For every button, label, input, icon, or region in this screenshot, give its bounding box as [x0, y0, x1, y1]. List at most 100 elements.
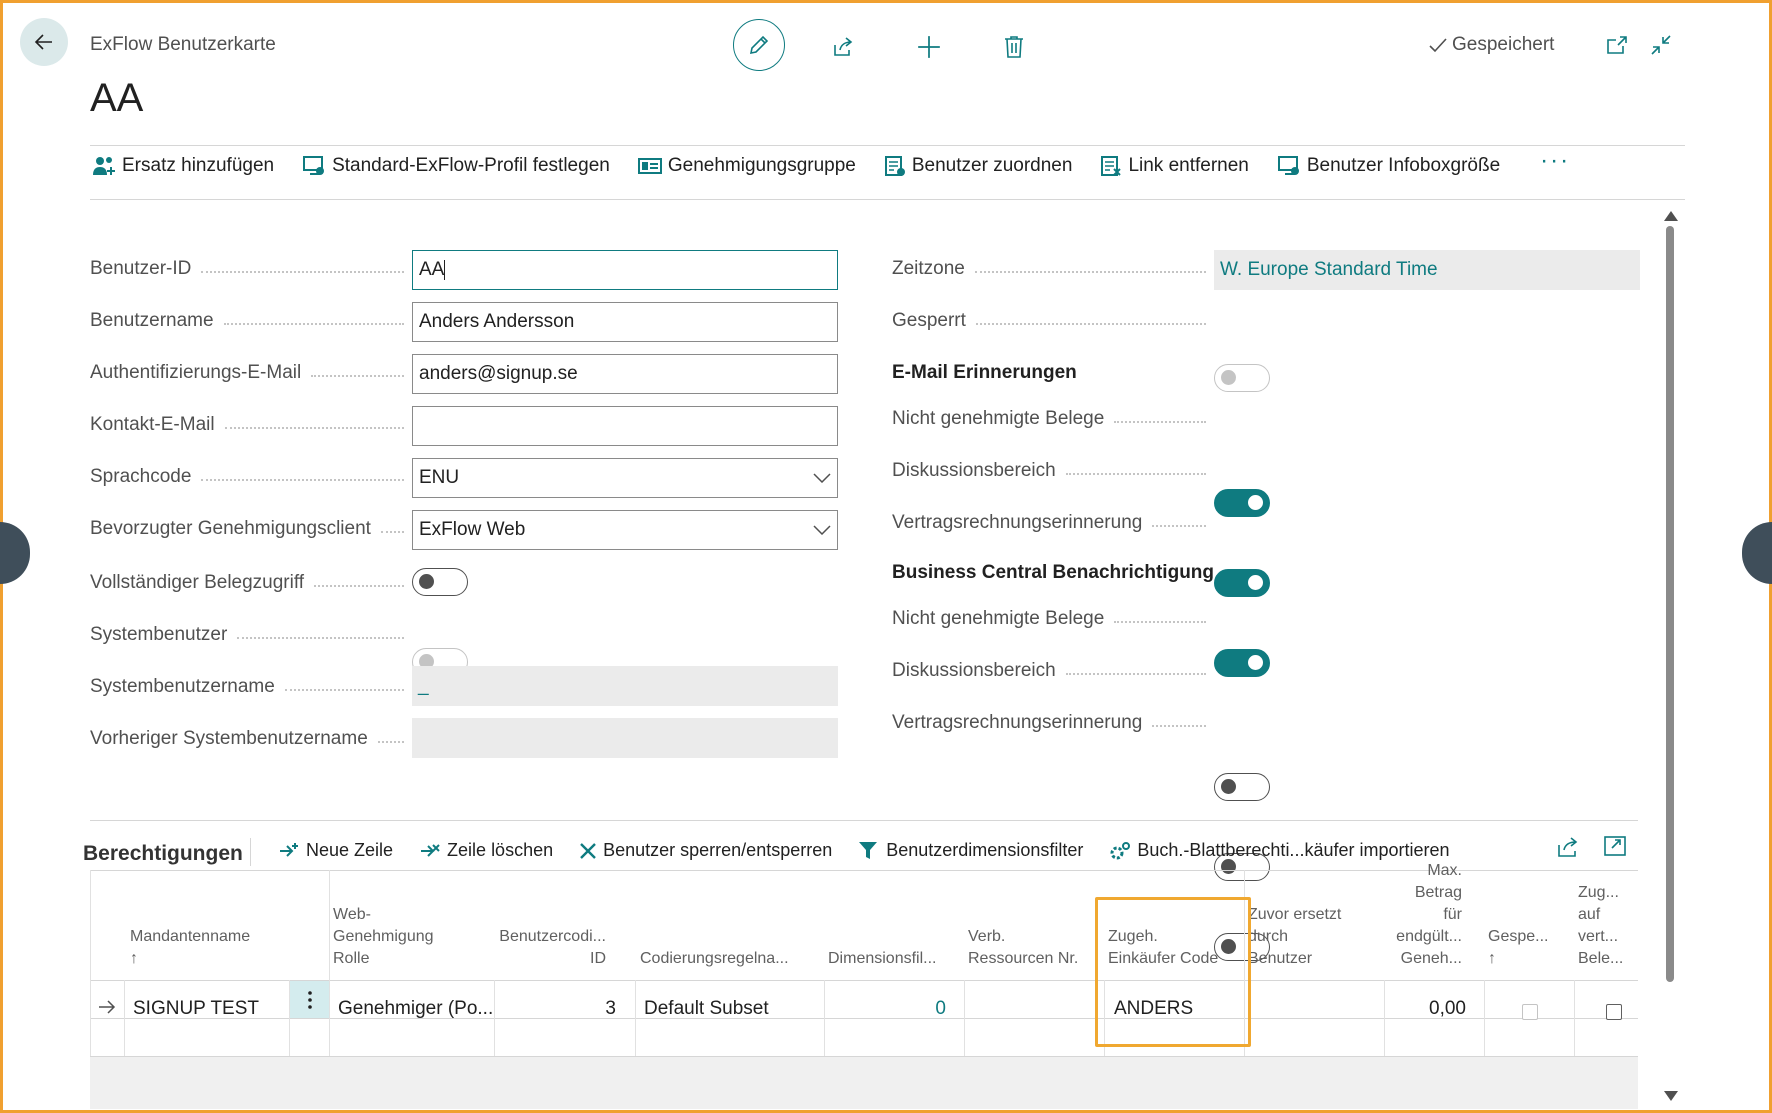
column-header-company[interactable]: Mandantenname ↑ [130, 926, 250, 970]
system-user-name-field[interactable]: _ [412, 666, 838, 706]
plus-icon [918, 36, 940, 58]
email-discussion-toggle[interactable] [1214, 569, 1270, 597]
saved-status: Gespeichert [1428, 34, 1554, 56]
column-header-coding-rule[interactable]: Codierungsregelna... [640, 948, 789, 970]
user-name-input[interactable]: Anders Andersson [412, 302, 838, 342]
highlight-box [1095, 897, 1251, 1047]
scroll-down-arrow[interactable] [1664, 1088, 1678, 1106]
chevron-down-icon [813, 525, 831, 535]
infobox-icon [1277, 156, 1299, 175]
language-code-value: ENU [419, 467, 460, 488]
preferred-client-select[interactable]: ExFlow Web [412, 510, 838, 550]
chevron-down-icon [813, 473, 831, 483]
contact-email-input[interactable] [412, 406, 838, 446]
column-header-web-role[interactable]: Web- Genehmigung Rolle [333, 904, 434, 970]
remove-link-icon [1101, 156, 1122, 176]
column-divider [824, 980, 825, 1056]
saved-label: Gespeichert [1452, 34, 1555, 55]
column-header-resource-no[interactable]: Verb. Ressourcen Nr. [968, 926, 1078, 970]
column-divider [964, 980, 965, 1056]
cell-max-amount[interactable]: 0,00 [1390, 998, 1466, 1020]
action-label: Link entfernen [1128, 155, 1249, 176]
email-discussion-label: Diskussionsbereich [892, 460, 1214, 482]
column-header-coding-id[interactable]: Benutzercodi... ID [488, 926, 606, 970]
remove-link-action[interactable]: Link entfernen [1100, 155, 1249, 177]
preferred-client-label: Bevorzugter Genehmigungsclient [90, 518, 412, 540]
subpage-action-label: Buch.-Blattberechti...käufer importieren [1137, 840, 1450, 860]
column-header-replaced-by[interactable]: Zuvor ersetzt durch Benutzer [1248, 904, 1341, 970]
infobox-size-action[interactable]: Benutzer Infoboxgröße [1277, 155, 1500, 177]
add-substitute-action[interactable]: Ersatz hinzufügen [92, 155, 274, 177]
back-button[interactable] [20, 18, 68, 66]
cell-dimension-filter[interactable]: 0 [830, 998, 946, 1020]
assign-user-icon [884, 156, 905, 176]
subpage-share-button[interactable] [1556, 836, 1580, 863]
actionbar-top-divider [90, 145, 1685, 146]
column-divider [329, 870, 330, 1056]
delete-line-action[interactable]: Zeile löschen [419, 840, 553, 861]
column-divider [1484, 980, 1485, 1056]
more-actions-button[interactable]: ··· [1540, 147, 1570, 175]
collapse-button[interactable] [1636, 20, 1686, 70]
triangle-up-icon [1664, 211, 1678, 221]
column-header-blocked[interactable]: Gespe... ↑ [1488, 926, 1548, 970]
column-header-max-amount[interactable]: Max. Betrag für endgült... Geneh... [1374, 860, 1462, 970]
row-actions-button[interactable] [290, 981, 329, 1018]
edit-button[interactable] [733, 19, 785, 71]
action-label: Benutzer zuordnen [911, 155, 1073, 176]
action-label: Standard-ExFlow-Profil festlegen [332, 155, 610, 176]
user-id-label: Benutzer-ID [90, 258, 412, 280]
dimension-filter-action[interactable]: Benutzerdimensionsfilter [858, 840, 1083, 861]
vertical-scrollbar[interactable] [1666, 226, 1674, 982]
contact-email-label: Kontakt-E-Mail [90, 414, 412, 436]
cell-contract-access-checkbox[interactable] [1606, 1004, 1622, 1020]
cell-company[interactable]: SIGNUP TEST [133, 998, 259, 1020]
collapse-icon [1651, 35, 1671, 55]
subpage-action-label: Zeile löschen [447, 840, 554, 860]
pencil-icon [749, 35, 769, 55]
cell-coding-id[interactable]: 3 [500, 998, 616, 1020]
cell-coding-rule[interactable]: Default Subset [644, 998, 769, 1020]
assign-user-action[interactable]: Benutzer zuordnen [884, 155, 1073, 177]
action-label: Genehmigungsgruppe [667, 155, 856, 176]
scroll-up-arrow[interactable] [1664, 208, 1678, 226]
timezone-field[interactable]: W. Europe Standard Time [1214, 250, 1640, 290]
share-button[interactable] [818, 22, 868, 72]
email-unapproved-toggle[interactable] [1214, 489, 1270, 517]
expand-icon [1604, 836, 1626, 856]
delete-line-icon [421, 843, 440, 857]
timezone-label: Zeitzone [892, 258, 1214, 280]
column-divider [1574, 980, 1575, 1056]
user-id-input[interactable]: AA [412, 250, 838, 290]
system-user-name-label: Systembenutzername [90, 676, 412, 698]
import-icon [1110, 841, 1131, 859]
open-new-window-button[interactable] [1592, 20, 1642, 70]
import-permissions-action[interactable]: Buch.-Blattberechti...käufer importieren [1109, 840, 1450, 861]
previous-system-user-name-field [412, 718, 838, 758]
auth-email-input[interactable]: anders@signup.se [412, 354, 838, 394]
email-contract-toggle[interactable] [1214, 649, 1270, 677]
delete-button[interactable] [989, 22, 1039, 72]
bc-contract-label: Vertragsrechnungserinnerung [892, 712, 1214, 734]
column-divider [124, 980, 125, 1056]
full-access-toggle[interactable] [412, 568, 468, 596]
page-title: AA [90, 76, 144, 120]
profile-icon [303, 156, 325, 175]
column-header-contract-access[interactable]: Zug... auf vert... Bele... [1578, 882, 1623, 970]
group-card-icon [637, 158, 662, 174]
column-header-dimension-filter[interactable]: Dimensionsfil... [828, 948, 936, 970]
triangle-down-icon [1664, 1091, 1678, 1101]
subpage-expand-button[interactable] [1604, 836, 1626, 861]
new-line-action[interactable]: Neue Zeile [278, 840, 393, 861]
block-user-action[interactable]: Benutzer sperren/entsperren [579, 840, 832, 861]
cell-web-role[interactable]: Genehmiger (Po... [338, 998, 493, 1020]
row-indicator [98, 1000, 116, 1019]
email-reminders-heading: E-Mail Erinnerungen [892, 362, 1077, 383]
approval-group-action[interactable]: Genehmigungsgruppe [637, 155, 856, 177]
share-icon [834, 37, 853, 56]
language-code-select[interactable]: ENU [412, 458, 838, 498]
bc-unapproved-toggle[interactable] [1214, 773, 1270, 801]
subpage-title[interactable]: Berechtigungen [83, 842, 243, 866]
set-profile-action[interactable]: Standard-ExFlow-Profil festlegen [302, 155, 610, 177]
new-button[interactable] [904, 22, 954, 72]
